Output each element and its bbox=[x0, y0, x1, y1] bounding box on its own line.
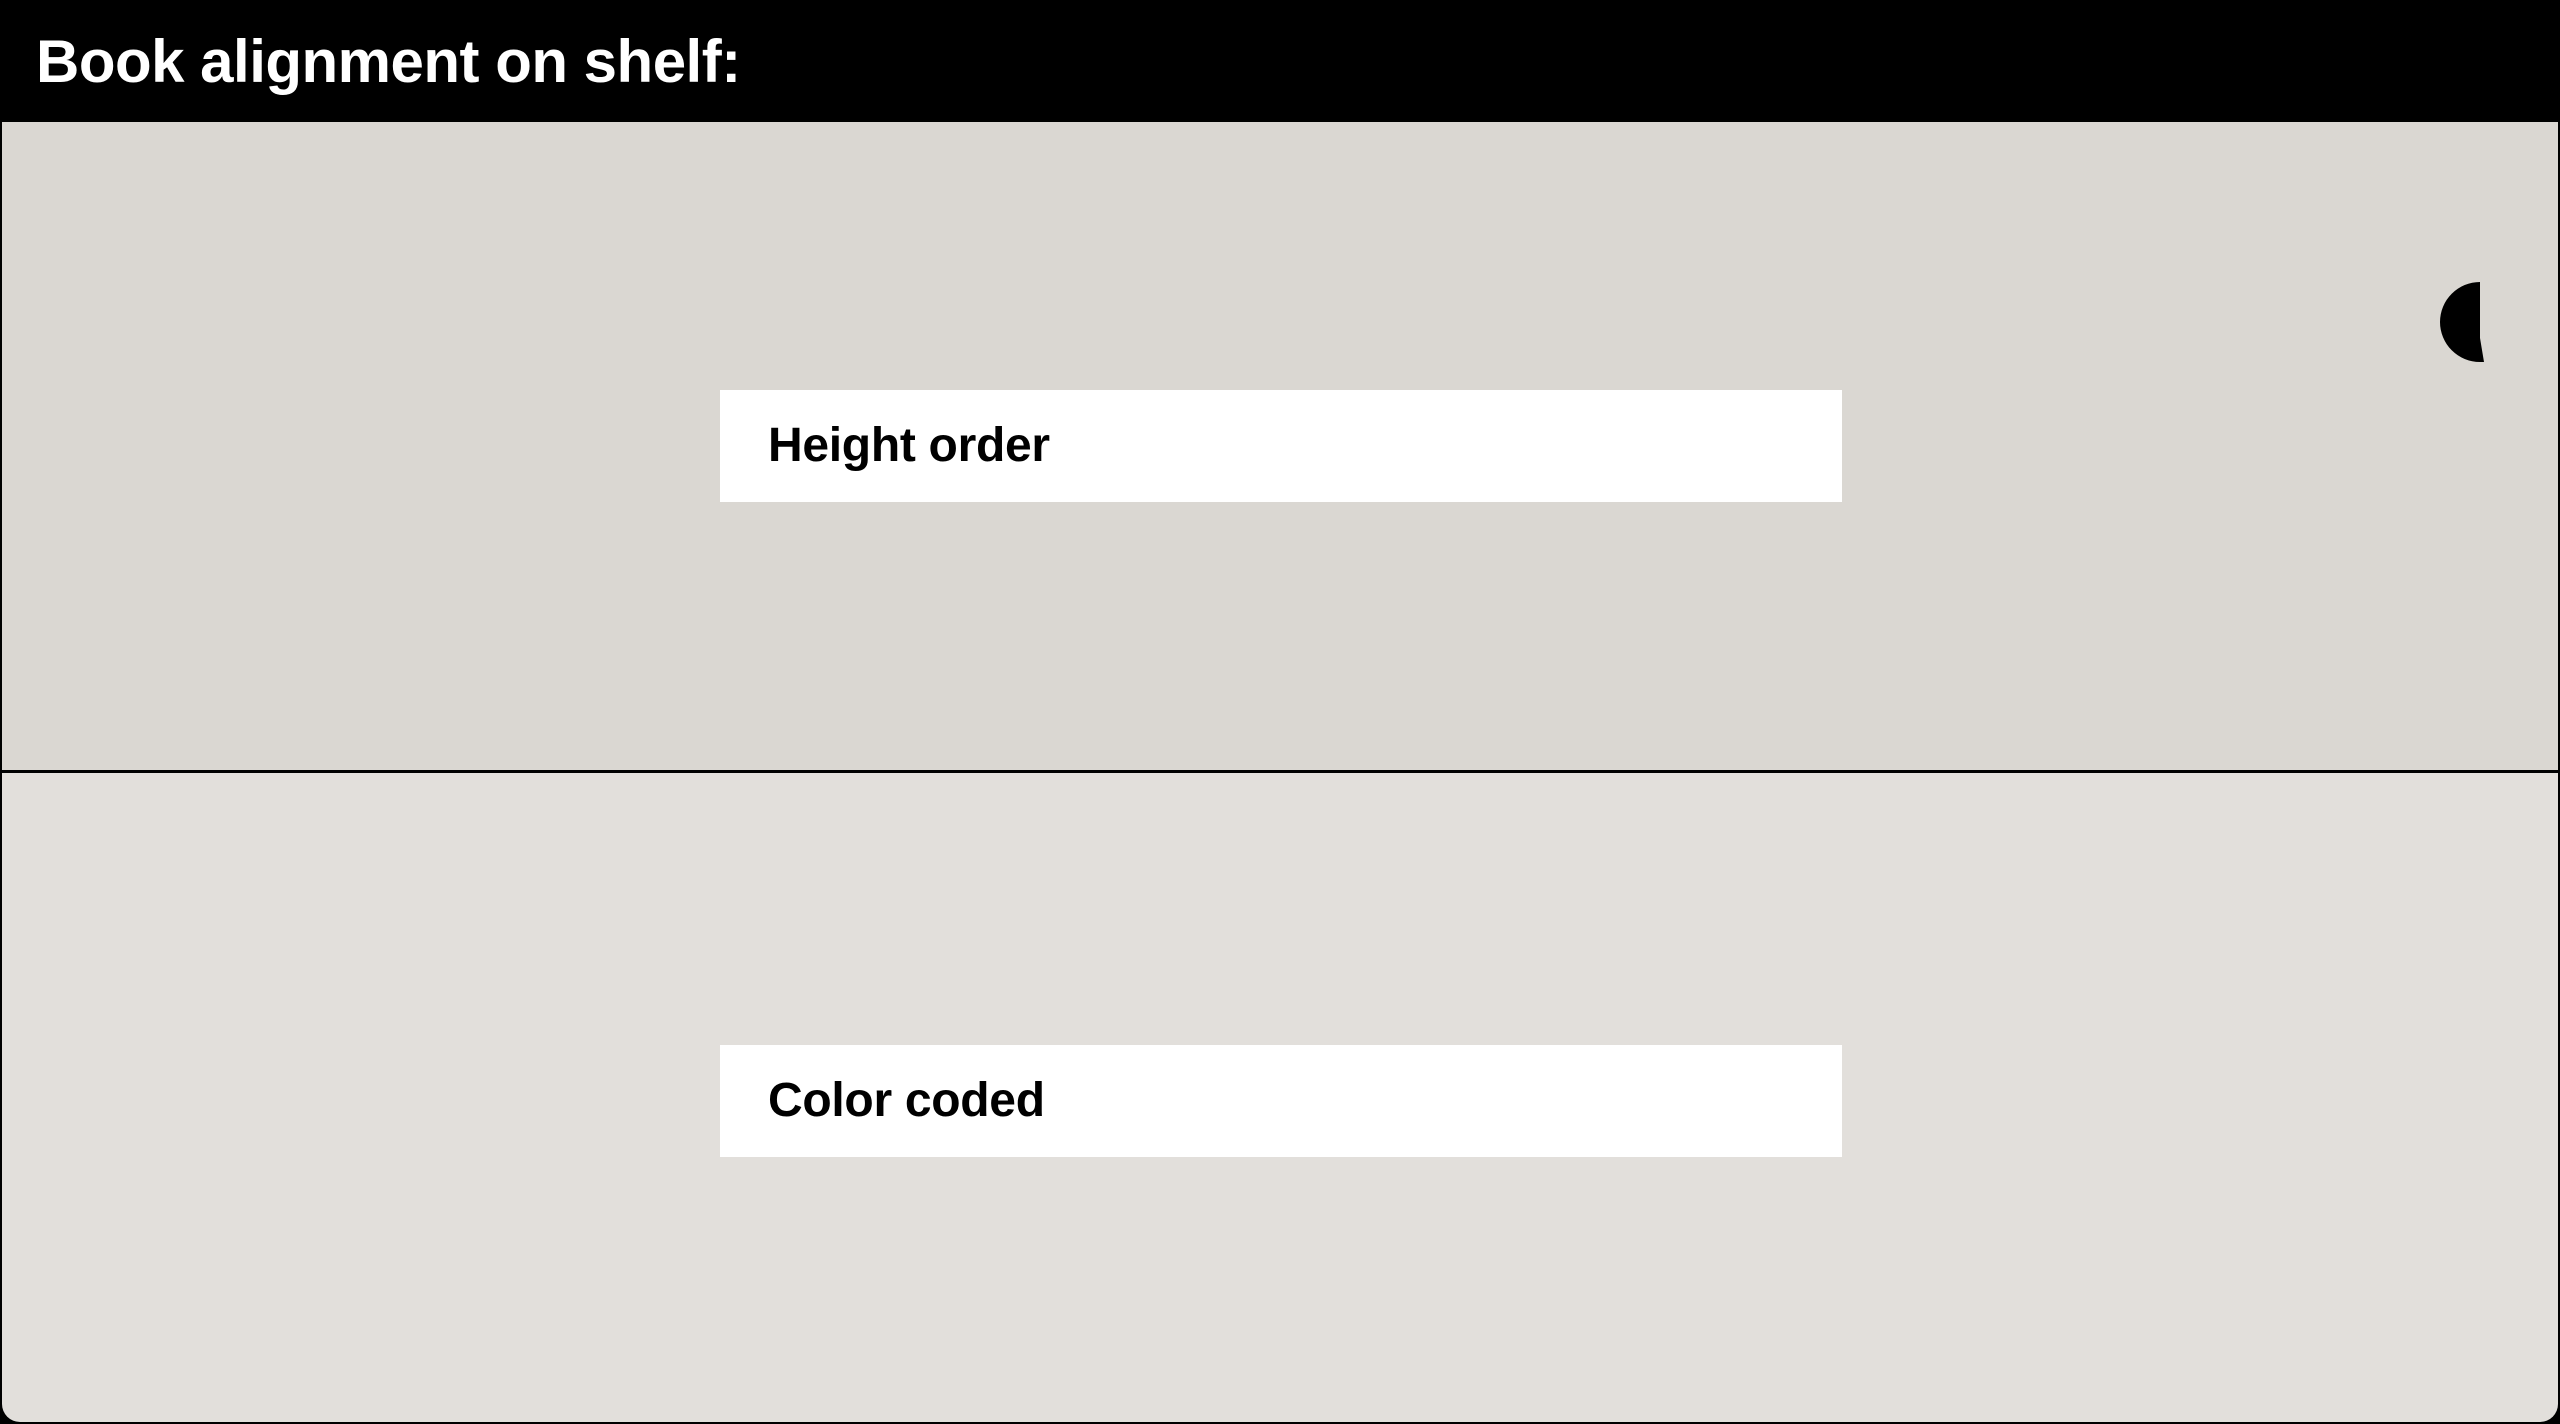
option-height-order-label: Height order bbox=[768, 419, 1050, 472]
header-bar: Book alignment on shelf: bbox=[2, 2, 2558, 122]
option-color-coded[interactable]: Color coded bbox=[720, 1045, 1842, 1157]
page-title: Book alignment on shelf: bbox=[36, 28, 741, 95]
option-panel-height-order[interactable]: Height order bbox=[2, 122, 2558, 770]
app-window: Book alignment on shelf: Height order Co… bbox=[0, 0, 2560, 1424]
contrast-icon bbox=[2440, 282, 2520, 362]
option-height-order[interactable]: Height order bbox=[720, 390, 1842, 502]
theme-toggle-button[interactable] bbox=[2440, 282, 2520, 362]
option-color-coded-label: Color coded bbox=[768, 1074, 1045, 1127]
option-panel-color-coded[interactable]: Color coded bbox=[2, 773, 2558, 1422]
